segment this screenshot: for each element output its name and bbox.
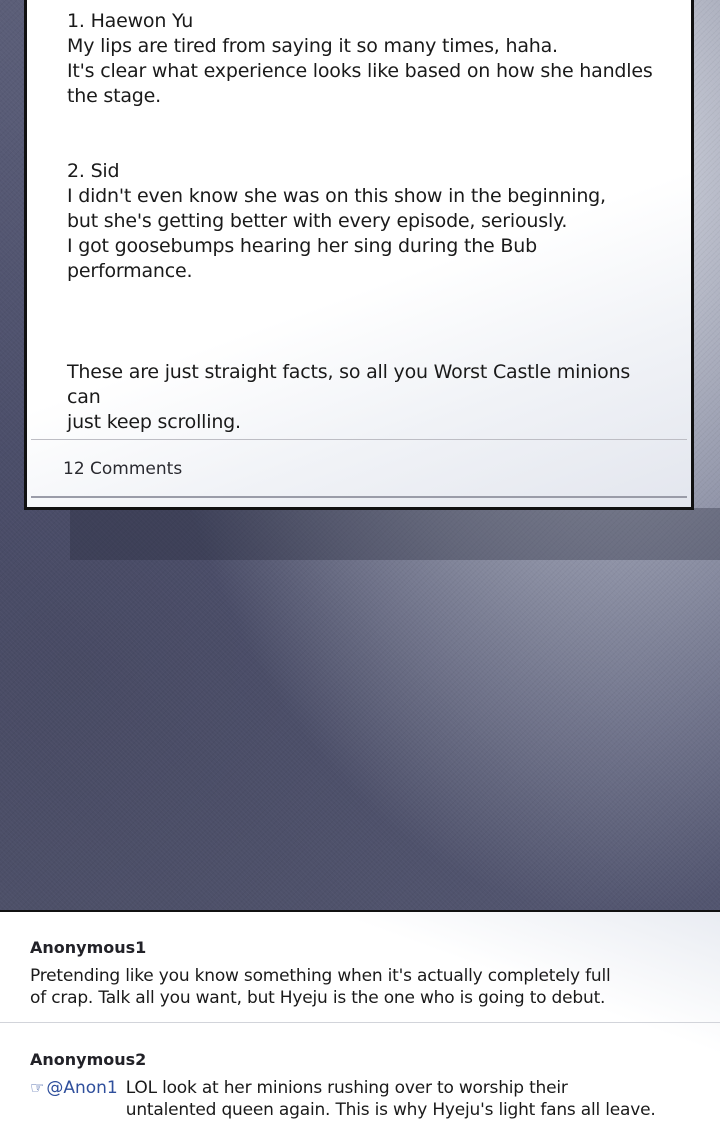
comment-text: Pretending like you know something when … xyxy=(30,966,611,1008)
post-paragraph-facts: These are just straight facts, so all yo… xyxy=(67,361,631,433)
mention-link[interactable]: @Anon1 xyxy=(46,1077,117,1099)
post-paragraph-sid: 2. Sid I didn't even know she was on thi… xyxy=(67,160,606,282)
comment-divider xyxy=(0,1022,720,1023)
comments-panel: Anonymous1 Pretending like you know some… xyxy=(0,910,720,1125)
reply-text: LOL look at her minions rushing over to … xyxy=(125,1078,656,1120)
divider xyxy=(31,496,687,498)
card-shadow xyxy=(70,508,720,560)
divider xyxy=(31,439,687,440)
pointing-hand-icon: ☞ xyxy=(30,1078,45,1097)
reply-row: ☞ @Anon1 LOL look at her minions rushing… xyxy=(30,1077,690,1121)
post-body: 1. Haewon Yu My lips are tired from sayi… xyxy=(67,9,667,435)
post-card: 1. Haewon Yu My lips are tired from sayi… xyxy=(24,0,694,510)
post-paragraph-haewon: 1. Haewon Yu My lips are tired from sayi… xyxy=(67,10,653,107)
comment-item: Anonymous2 ☞ @Anon1 LOL look at her mini… xyxy=(30,1050,690,1121)
comment-item: Anonymous1 Pretending like you know some… xyxy=(30,938,690,1009)
comment-author[interactable]: Anonymous1 xyxy=(30,938,690,957)
comment-author[interactable]: Anonymous2 xyxy=(30,1050,690,1069)
comment-count-link[interactable]: 12 Comments xyxy=(63,459,182,479)
